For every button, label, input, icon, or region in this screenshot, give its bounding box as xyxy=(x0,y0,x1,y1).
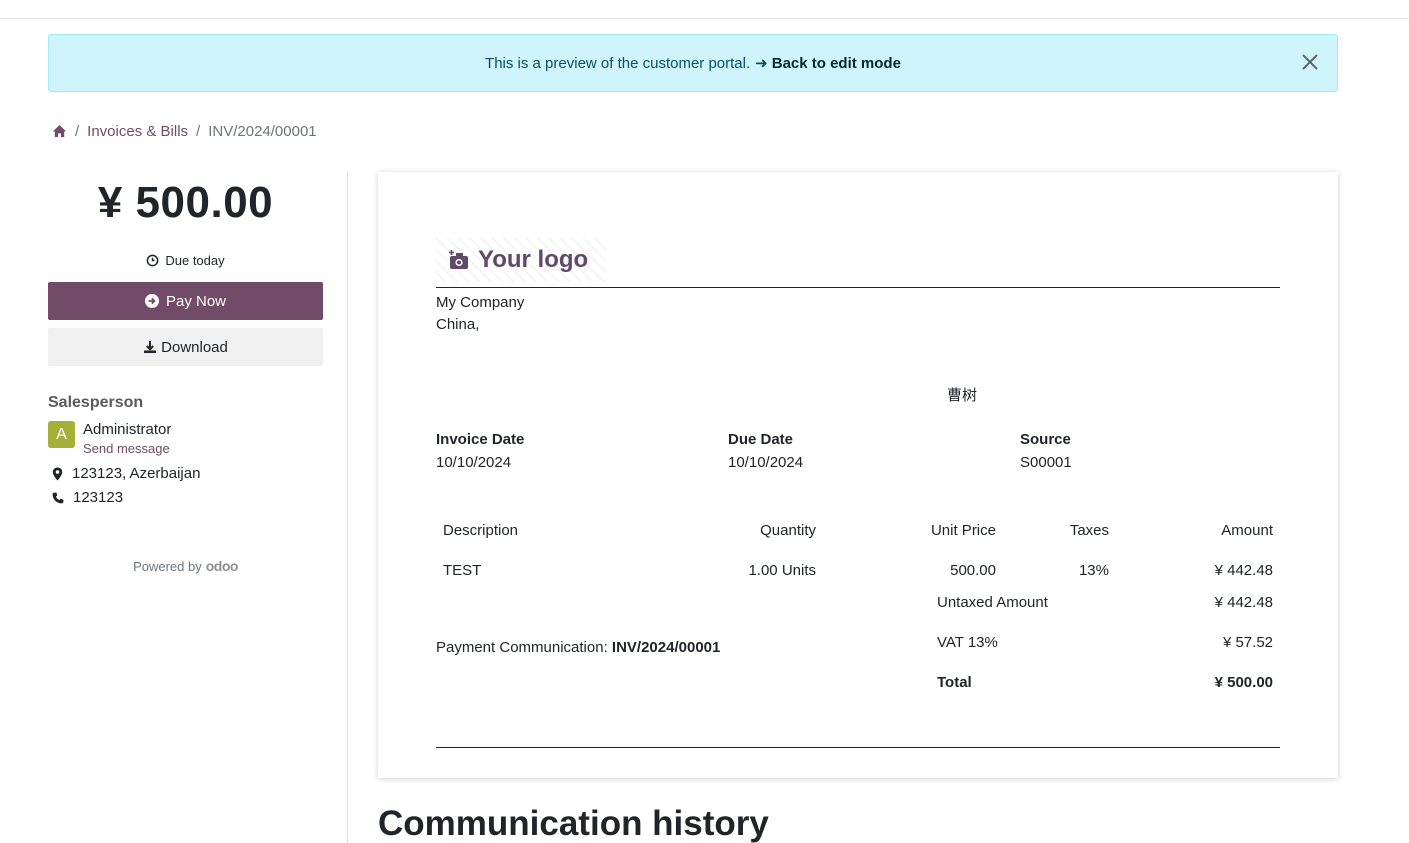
breadcrumb: / Invoices & Bills / INV/2024/00001 xyxy=(52,123,317,140)
close-icon[interactable] xyxy=(1297,49,1323,75)
arrow-circle-right-icon xyxy=(144,294,159,308)
communication-history-title: Communication history xyxy=(378,804,769,843)
odoo-logo[interactable]: odoo xyxy=(206,558,239,574)
column-header-description: Description xyxy=(443,521,519,539)
due-text: Due today xyxy=(165,253,225,268)
line-quantity: 1.00 Units xyxy=(748,561,816,579)
top-bar xyxy=(0,0,1409,19)
logo-text: Your logo xyxy=(478,246,589,273)
vat-label: VAT 13% xyxy=(937,633,998,651)
sidebar-divider xyxy=(347,172,348,843)
total-row: Total ¥ 500.00 xyxy=(930,662,1280,702)
arrow-right-icon: ➜ xyxy=(755,55,768,72)
download-icon xyxy=(144,341,157,353)
vat-row: VAT 13% ¥ 57.52 xyxy=(930,622,1280,662)
pay-now-button[interactable]: Pay Now xyxy=(48,282,323,320)
salesperson-title: Salesperson xyxy=(48,394,144,411)
footer-divider xyxy=(436,747,1280,748)
untaxed-row: Untaxed Amount ¥ 442.48 xyxy=(930,582,1280,622)
column-header-quantity: Quantity xyxy=(760,521,816,539)
clock-icon xyxy=(147,254,159,267)
powered-by-label: Powered by xyxy=(133,559,202,574)
invoice-date-value: 10/10/2024 xyxy=(436,454,512,471)
alert-message: This is a preview of the customer portal… xyxy=(485,54,751,72)
salesperson-card: A Administrator Send message xyxy=(48,421,323,456)
column-header-amount: Amount xyxy=(1221,521,1273,539)
company-name: My Company xyxy=(436,294,525,311)
partner-name: 曹树 xyxy=(947,387,978,404)
invoice-lines: Description Quantity Unit Price Taxes Am… xyxy=(436,510,1280,590)
phone-text: 123123 xyxy=(73,489,124,506)
due-date-value: 10/10/2024 xyxy=(728,454,804,471)
salesperson-name: Administrator xyxy=(83,421,172,438)
payment-communication: Payment Communication: INV/2024/00001 xyxy=(436,639,720,656)
phone-icon xyxy=(52,492,64,503)
phone-row: 123123 xyxy=(48,489,323,506)
due-date-block: Due Date 10/10/2024 xyxy=(728,431,803,471)
pay-now-label: Pay Now xyxy=(165,292,227,310)
sidebar: ¥ 500.00 Due today Pay Now Download Sale… xyxy=(48,172,323,574)
header-divider xyxy=(436,287,1280,288)
powered-by: Powered by odoo xyxy=(48,558,323,574)
table-header-row: Description Quantity Unit Price Taxes Am… xyxy=(436,510,1280,550)
invoice-document: Your logo My Company China, 曹树 Invoice D… xyxy=(378,172,1338,778)
amount-due: ¥ 500.00 xyxy=(97,178,274,227)
company-country: China, xyxy=(436,316,480,333)
breadcrumb-separator: / xyxy=(75,123,80,140)
company-logo[interactable]: Your logo xyxy=(436,238,606,282)
address-text: 123123, Azerbaijan xyxy=(72,465,201,482)
payment-communication-value: INV/2024/00001 xyxy=(611,639,721,656)
back-to-edit-link[interactable]: Back to edit mode xyxy=(772,55,901,72)
line-description: TEST xyxy=(443,561,482,579)
company-address: My Company China, xyxy=(436,292,524,336)
camera-plus-icon xyxy=(449,250,468,269)
payment-communication-label: Payment Communication: xyxy=(436,639,608,656)
breadcrumb-current: INV/2024/00001 xyxy=(208,123,317,140)
lines-table: Description Quantity Unit Price Taxes Am… xyxy=(436,510,1280,590)
address-row: 123123, Azerbaijan xyxy=(48,465,323,482)
column-header-taxes: Taxes xyxy=(1069,521,1109,539)
map-marker-icon xyxy=(52,467,63,480)
total-value: ¥ 500.00 xyxy=(1214,673,1273,691)
preview-alert: This is a preview of the customer portal… xyxy=(48,34,1338,92)
salesperson-info: Administrator Send message xyxy=(83,421,171,456)
download-label: Download xyxy=(161,338,228,356)
totals-block: Untaxed Amount ¥ 442.48 VAT 13% ¥ 57.52 … xyxy=(930,582,1280,702)
due-status: Due today xyxy=(48,253,323,268)
source-value: S00001 xyxy=(1020,454,1072,471)
invoice-date-block: Invoice Date 10/10/2024 xyxy=(436,431,524,471)
invoice-date-label: Invoice Date xyxy=(436,431,525,448)
due-date-label: Due Date xyxy=(728,431,794,448)
avatar: A xyxy=(48,421,75,448)
breadcrumb-separator: / xyxy=(196,123,201,140)
source-block: Source S00001 xyxy=(1020,431,1072,471)
untaxed-value: ¥ 442.48 xyxy=(1214,593,1273,611)
total-label: Total xyxy=(937,673,972,691)
send-message-link[interactable]: Send message xyxy=(83,441,171,456)
vat-value: ¥ 57.52 xyxy=(1222,633,1273,651)
untaxed-label: Untaxed Amount xyxy=(937,593,1048,611)
column-header-unit-price: Unit Price xyxy=(930,521,996,539)
breadcrumb-invoices[interactable]: Invoices & Bills xyxy=(87,123,188,140)
home-icon[interactable] xyxy=(52,124,67,139)
download-button[interactable]: Download xyxy=(48,328,323,366)
source-label: Source xyxy=(1020,431,1071,448)
